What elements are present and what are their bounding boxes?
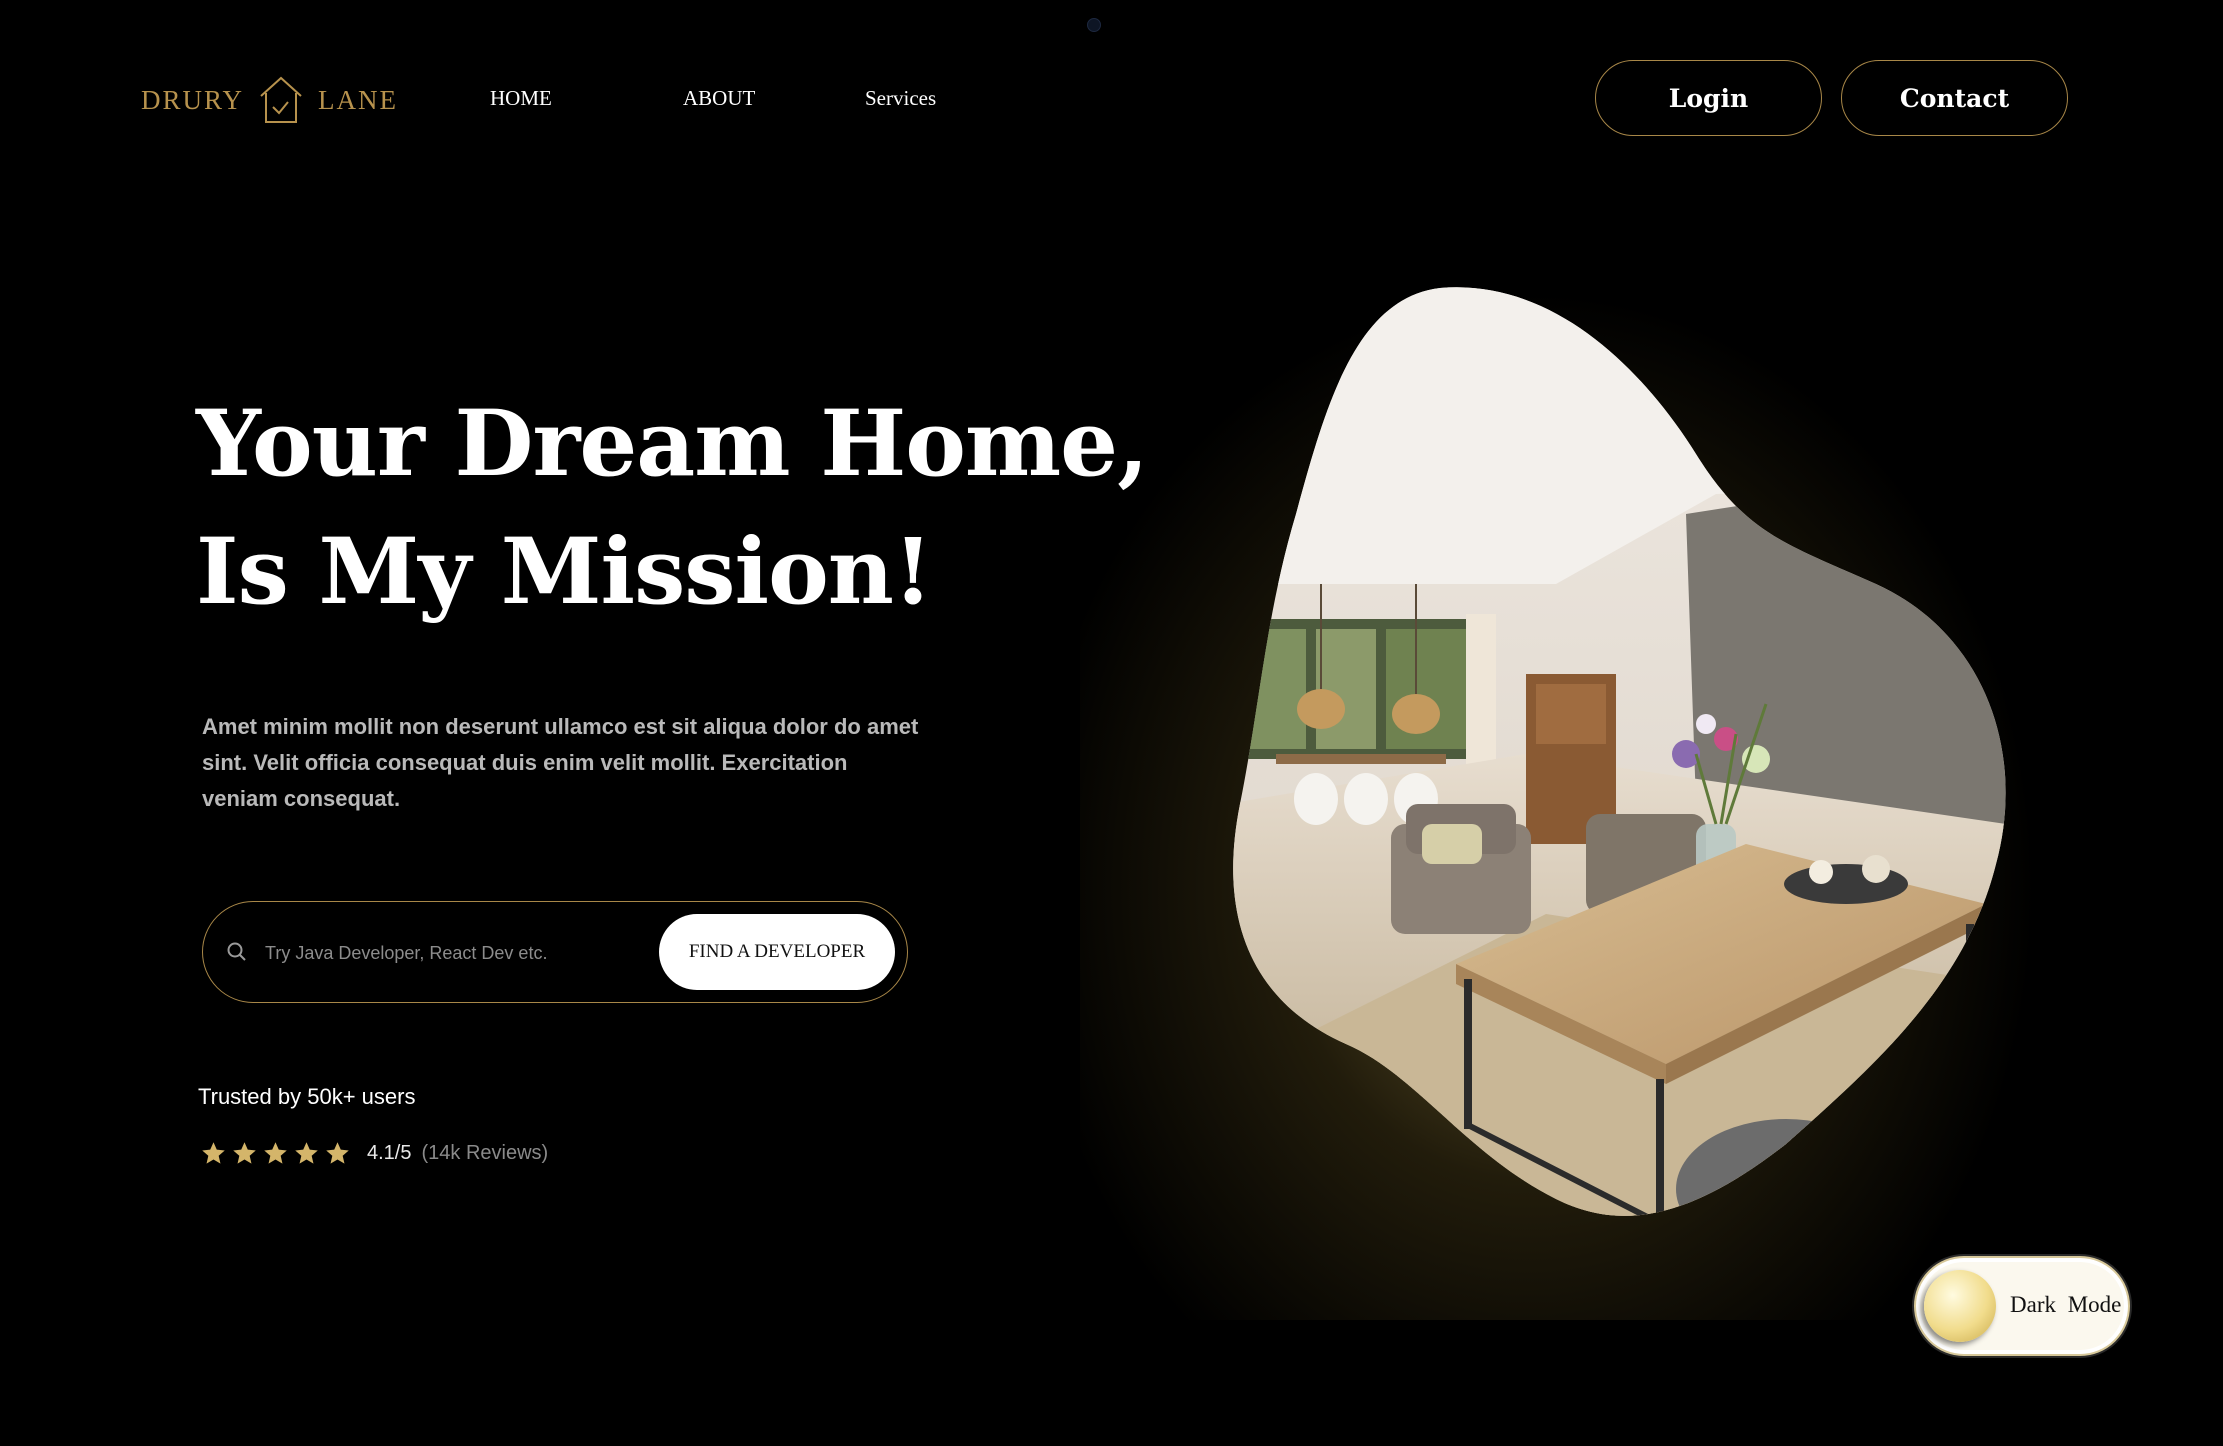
star-icon — [202, 1142, 225, 1164]
house-check-icon — [260, 76, 302, 123]
dark-mode-toggle[interactable]: Dark Mode — [1914, 1256, 2130, 1356]
dark-mode-label: Dark Mode — [2010, 1292, 2122, 1317]
hero-image — [1233, 287, 2006, 1216]
nav-services[interactable]: Services — [865, 84, 936, 112]
nav-home[interactable]: HOME — [490, 84, 552, 112]
review-count: (14k Reviews) — [421, 1142, 549, 1164]
star-icon — [233, 1142, 256, 1164]
search-input[interactable] — [263, 932, 647, 974]
star-icon — [264, 1142, 287, 1164]
search-icon — [227, 942, 246, 961]
trusted-by-text: Trusted by 50k+ users — [198, 1084, 416, 1109]
brand-word-right: LANE — [318, 84, 399, 115]
hero-title-line-2: Is My Mission! — [196, 519, 933, 625]
star-icon — [326, 1142, 349, 1164]
hero-title: Your Dream Home, Is My Mission! — [196, 380, 1149, 636]
hero-description: Amet minim mollit non deserunt ullamco e… — [202, 714, 919, 811]
camera-dot — [1087, 18, 1101, 32]
contact-button[interactable]: Contact — [1841, 60, 2068, 136]
brand-word-left: DRURY — [141, 84, 245, 115]
rating-score: 4.1/5 — [367, 1142, 412, 1164]
developer-search-bar: FIND A DEVELOPER — [202, 901, 908, 1003]
login-button[interactable]: Login — [1595, 60, 1822, 136]
hero-title-line-1: Your Dream Home, — [196, 391, 1149, 497]
brand-logo[interactable]: DRURY LANE — [141, 72, 398, 128]
toggle-knob — [1924, 1270, 1996, 1342]
star-icon — [295, 1142, 318, 1164]
rating-row: 4.1/5 (14k Reviews) — [200, 1140, 548, 1167]
nav-about[interactable]: ABOUT — [683, 84, 755, 112]
find-developer-button[interactable]: FIND A DEVELOPER — [659, 914, 895, 990]
